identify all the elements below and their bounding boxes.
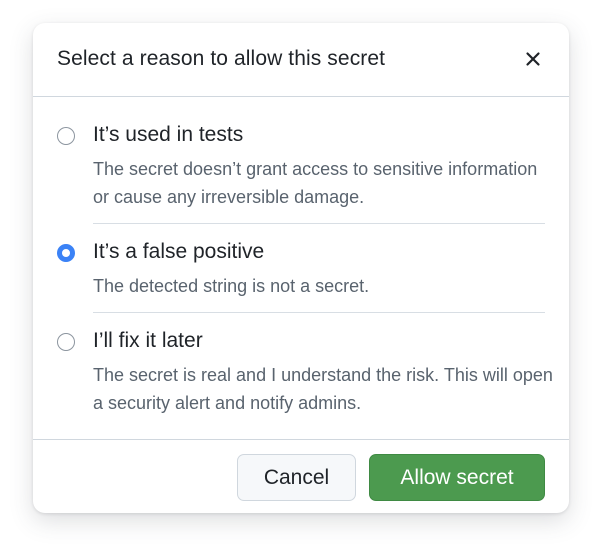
option-divider <box>93 223 545 224</box>
reason-option-used-in-tests[interactable]: It’s used in tests The secret doesn’t gr… <box>57 123 545 223</box>
radio-used-in-tests[interactable] <box>57 127 75 145</box>
dialog-title: Select a reason to allow this secret <box>57 47 386 70</box>
close-icon <box>526 52 540 66</box>
option-divider <box>93 312 545 313</box>
reason-option-false-positive[interactable]: It’s a false positive The detected strin… <box>57 240 545 310</box>
close-button[interactable] <box>519 45 547 73</box>
footer-divider <box>33 439 569 440</box>
option-description: The secret doesn’t grant access to sensi… <box>93 159 538 207</box>
reason-option-fix-later[interactable]: I’ll fix it later The secret is real and… <box>57 329 553 429</box>
allow-secret-button[interactable]: Allow secret <box>369 454 545 501</box>
allow-secret-dialog: Select a reason to allow this secret It’… <box>33 23 569 513</box>
option-description: The detected string is not a secret. <box>93 276 370 296</box>
option-label: I’ll fix it later <box>93 329 203 352</box>
option-label: It’s a false positive <box>93 240 265 263</box>
radio-false-positive[interactable] <box>57 244 75 262</box>
cancel-button[interactable]: Cancel <box>237 454 356 501</box>
option-description: The secret is real and I understand the … <box>93 365 553 413</box>
option-label: It’s used in tests <box>93 123 244 146</box>
radio-fix-later[interactable] <box>57 333 75 351</box>
dialog-header: Select a reason to allow this secret <box>33 23 569 97</box>
